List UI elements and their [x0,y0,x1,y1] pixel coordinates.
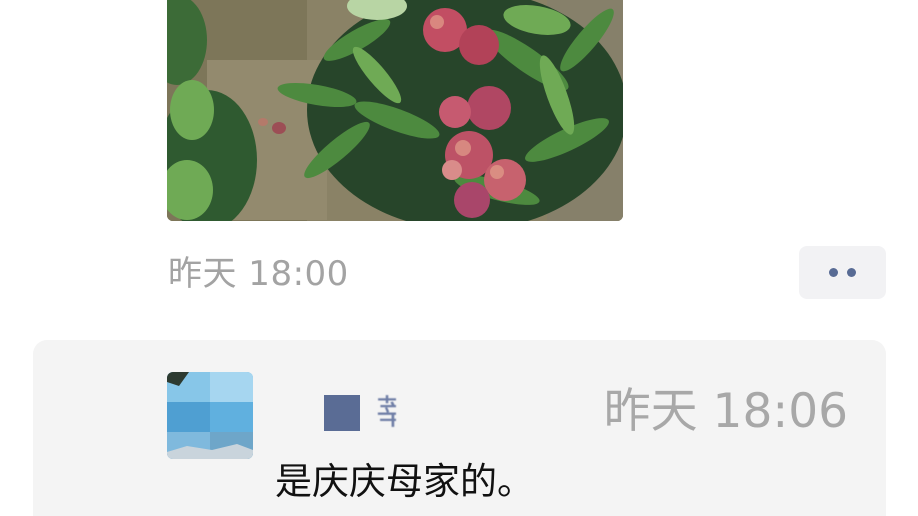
author-name-mosaic [324,395,360,431]
ellipsis-icon [829,268,838,277]
avatar[interactable] [167,372,253,459]
author-name-char: 莘 [376,393,396,433]
more-options-button[interactable] [799,246,886,299]
moments-feed: 昨天 18:00 莘 昨天 18:06 是庆庆母家的。 [0,0,918,516]
post-photo[interactable] [167,0,623,221]
post-timestamp: 昨天 18:00 [168,254,349,294]
comment-text[interactable]: 是庆庆母家的。 [275,458,534,506]
comment-timestamp: 昨天 18:06 [603,384,848,439]
comment-author[interactable]: 莘 [324,391,396,435]
ellipsis-icon [847,268,856,277]
